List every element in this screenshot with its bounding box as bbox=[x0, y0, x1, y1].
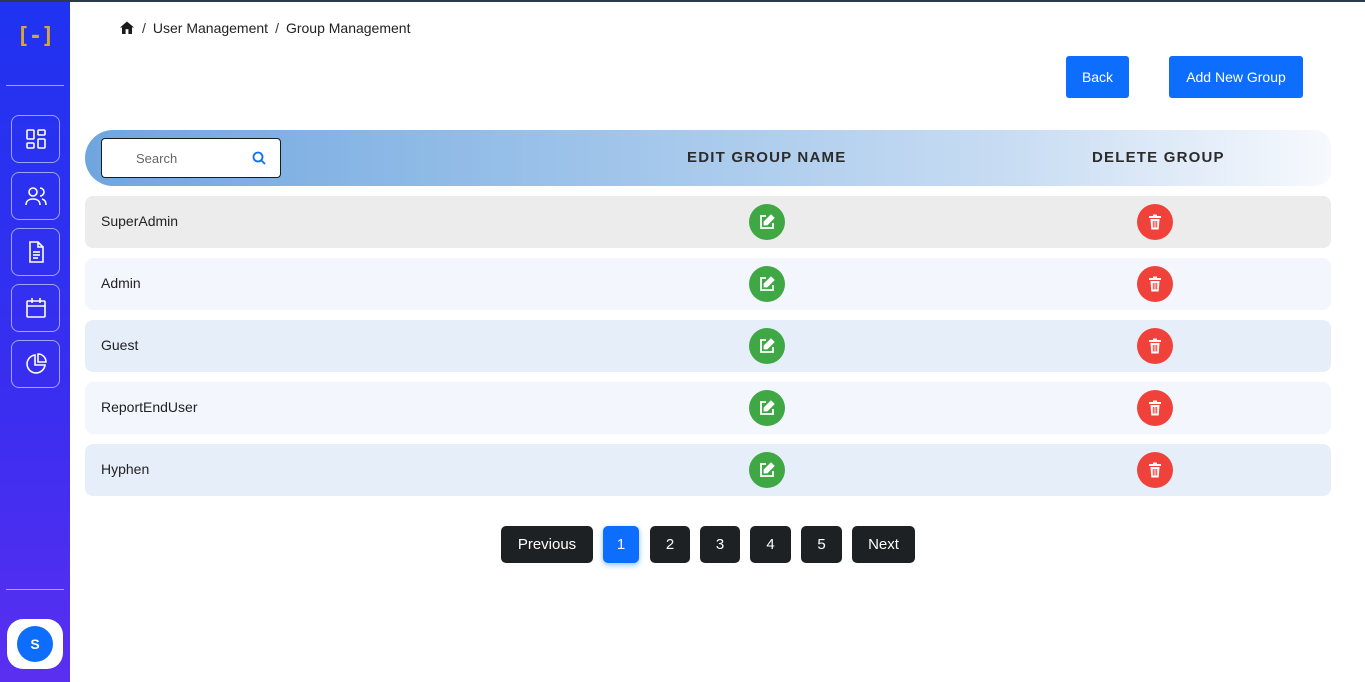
edit-icon bbox=[760, 214, 775, 229]
trash-icon bbox=[1149, 462, 1161, 478]
search-box bbox=[101, 138, 281, 178]
trash-icon bbox=[1149, 276, 1161, 292]
avatar: S bbox=[17, 626, 53, 662]
breadcrumb: / User Management / Group Management bbox=[119, 18, 410, 38]
breadcrumb-group-management: Group Management bbox=[285, 20, 411, 36]
group-name: Hyphen bbox=[101, 461, 150, 477]
page-4-button[interactable]: 4 bbox=[750, 526, 791, 563]
add-new-group-button[interactable]: Add New Group bbox=[1169, 56, 1303, 98]
table-row: Hyphen bbox=[85, 444, 1331, 496]
page-1-button[interactable]: 1 bbox=[603, 526, 639, 563]
edit-icon bbox=[760, 400, 775, 415]
calendar-icon bbox=[25, 298, 46, 318]
breadcrumb-separator: / bbox=[275, 20, 279, 36]
edit-group-button[interactable] bbox=[749, 452, 785, 488]
sidebar: [-] S bbox=[0, 2, 70, 682]
delete-group-button[interactable] bbox=[1137, 390, 1173, 426]
edit-icon bbox=[760, 462, 775, 477]
group-name: Admin bbox=[101, 275, 141, 291]
table-row: ReportEndUser bbox=[85, 382, 1331, 434]
trash-icon bbox=[1149, 214, 1161, 230]
back-button[interactable]: Back bbox=[1066, 56, 1129, 98]
delete-group-button[interactable] bbox=[1137, 204, 1173, 240]
profile-button[interactable]: S bbox=[7, 619, 63, 669]
sidebar-divider-top bbox=[6, 85, 64, 86]
sidebar-item-users[interactable] bbox=[11, 172, 60, 220]
edit-group-button[interactable] bbox=[749, 328, 785, 364]
sidebar-item-dashboard[interactable] bbox=[11, 115, 60, 163]
dashboard-icon bbox=[25, 129, 46, 149]
document-icon bbox=[28, 241, 44, 263]
previous-page-button[interactable]: Previous bbox=[501, 526, 593, 563]
sidebar-divider-bottom bbox=[6, 589, 64, 590]
table-row: Guest bbox=[85, 320, 1331, 372]
group-name: SuperAdmin bbox=[101, 213, 179, 229]
delete-group-button[interactable] bbox=[1137, 266, 1173, 302]
edit-group-button[interactable] bbox=[749, 204, 785, 240]
column-header-edit: EDIT GROUP NAME bbox=[687, 149, 847, 166]
table-row: SuperAdmin bbox=[85, 196, 1331, 248]
edit-group-button[interactable] bbox=[749, 266, 785, 302]
sidebar-item-documents[interactable] bbox=[11, 228, 60, 276]
search-icon[interactable] bbox=[252, 151, 266, 165]
page-3-button[interactable]: 3 bbox=[700, 526, 740, 563]
users-icon bbox=[24, 187, 47, 206]
column-header-delete: DELETE GROUP bbox=[1092, 149, 1225, 166]
page-2-button[interactable]: 2 bbox=[650, 526, 690, 563]
group-name: Guest bbox=[101, 337, 139, 353]
page-5-button[interactable]: 5 bbox=[801, 526, 842, 563]
table-row: Admin bbox=[85, 258, 1331, 310]
home-icon[interactable] bbox=[119, 20, 135, 36]
sidebar-item-reports[interactable] bbox=[11, 340, 60, 388]
breadcrumb-user-management[interactable]: User Management bbox=[153, 20, 268, 36]
edit-icon bbox=[760, 338, 775, 353]
sidebar-item-calendar[interactable] bbox=[11, 284, 60, 332]
delete-group-button[interactable] bbox=[1137, 452, 1173, 488]
table-header: EDIT GROUP NAME DELETE GROUP bbox=[85, 130, 1331, 186]
trash-icon bbox=[1149, 338, 1161, 354]
breadcrumb-separator: / bbox=[142, 20, 146, 36]
delete-group-button[interactable] bbox=[1137, 328, 1173, 364]
pie-chart-icon bbox=[25, 353, 47, 374]
next-page-button[interactable]: Next bbox=[852, 526, 915, 563]
app-logo[interactable]: [-] bbox=[0, 24, 70, 49]
app-frame: [-] S / User Management / Group Manageme… bbox=[0, 0, 1365, 682]
trash-icon bbox=[1149, 400, 1161, 416]
edit-group-button[interactable] bbox=[749, 390, 785, 426]
group-name: ReportEndUser bbox=[101, 399, 198, 415]
edit-icon bbox=[760, 276, 775, 291]
